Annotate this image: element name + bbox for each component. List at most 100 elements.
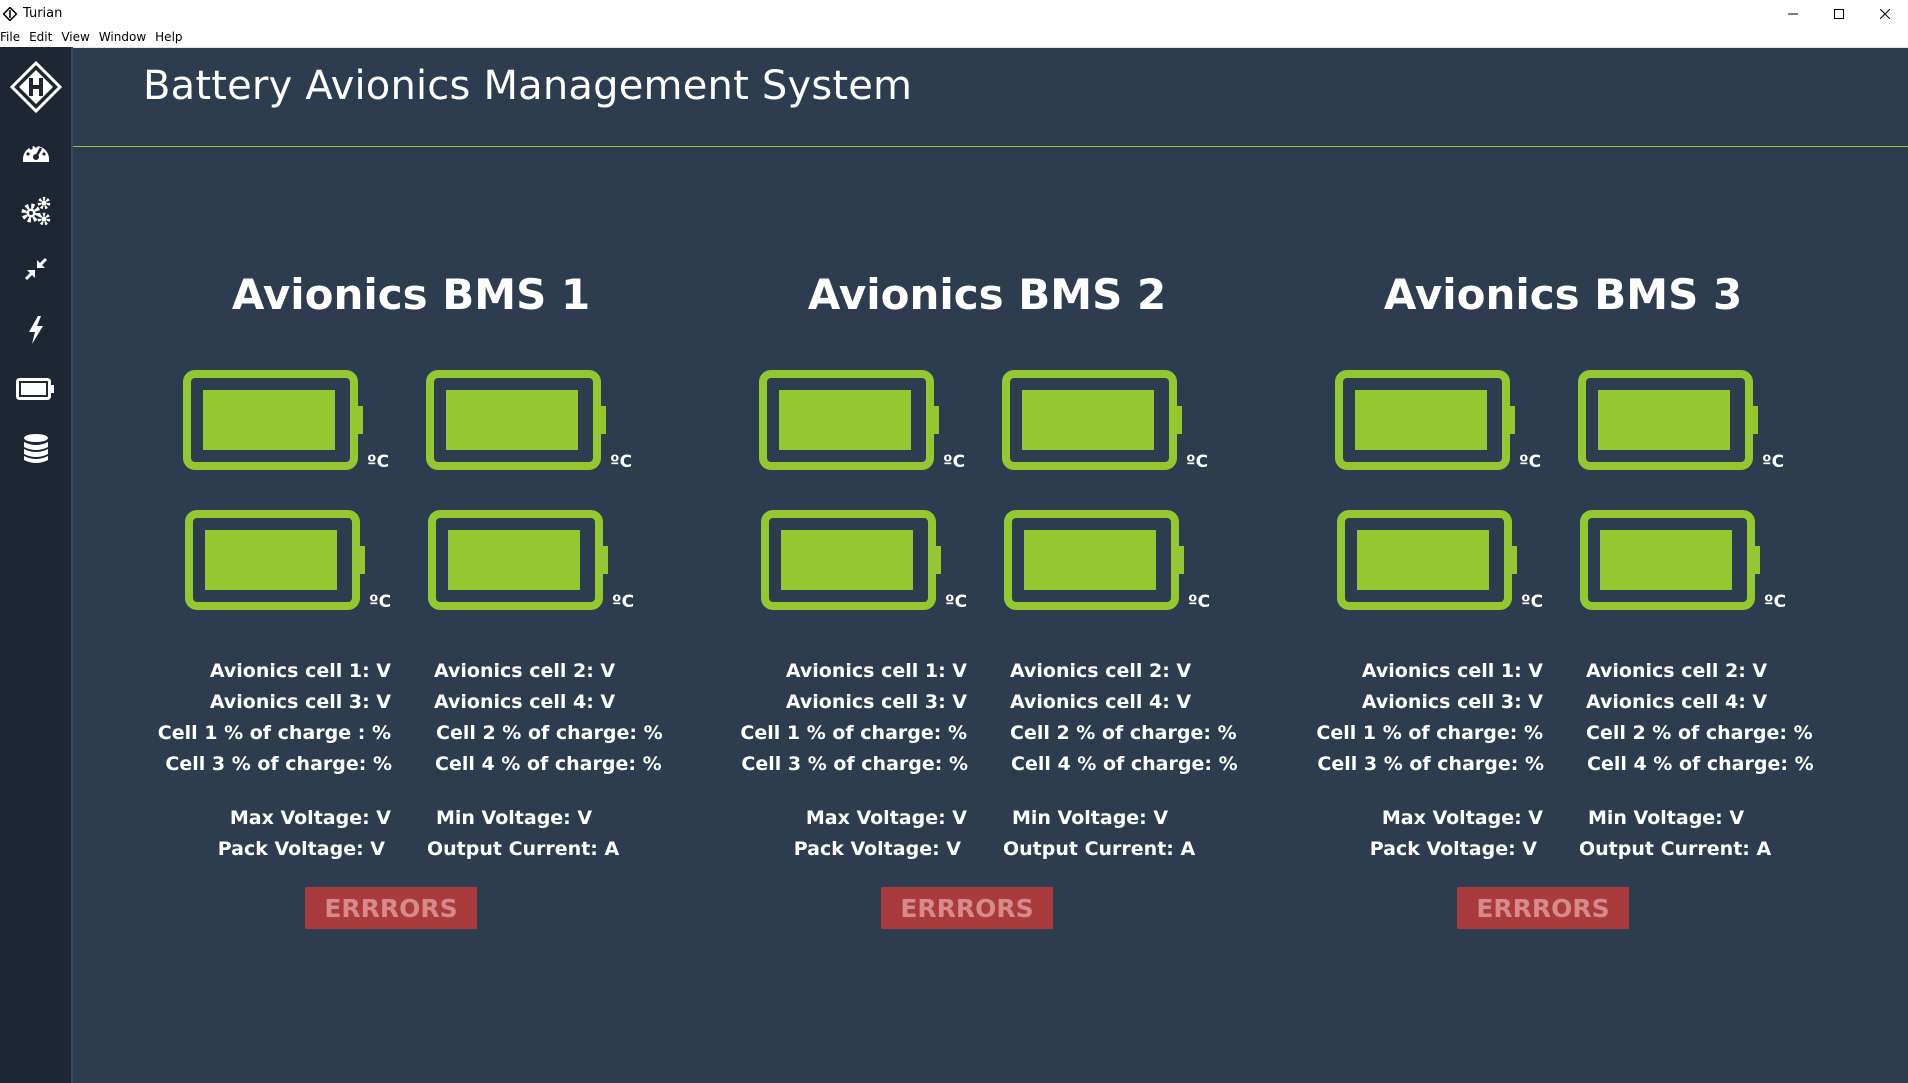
cell1-voltage: Avionics cell 1: V: [1361, 660, 1543, 682]
cell-temperature: ºC: [1521, 592, 1544, 612]
battery-cell-4: ºC: [428, 510, 634, 614]
sidebar-item-settings[interactable]: [0, 195, 71, 227]
cell1-charge: Cell 1 % of charge: %: [1316, 722, 1543, 744]
max-voltage: Max Voltage: V: [229, 807, 391, 829]
close-icon: [1880, 8, 1890, 19]
cell3-charge: Cell 3 % of charge: %: [1317, 753, 1544, 775]
cell-temperature: ºC: [943, 452, 966, 472]
cell-temperature: ºC: [369, 592, 392, 612]
cell4-voltage: Avionics cell 4: V: [434, 691, 616, 713]
sidebar: [0, 47, 73, 1083]
errors-button[interactable]: ERRRORS: [305, 887, 477, 929]
min-voltage: Min Voltage: V: [1012, 807, 1169, 829]
battery-cell-1: ºC: [183, 370, 389, 474]
min-voltage: Min Voltage: V: [1588, 807, 1745, 829]
sidebar-item-database[interactable]: [0, 433, 71, 465]
cell2-charge: Cell 2 % of charge: %: [436, 722, 663, 744]
battery-icon: [761, 510, 941, 610]
cell4-charge: Cell 4 % of charge: %: [1587, 753, 1814, 775]
battery-cell-4: ºC: [1580, 510, 1786, 614]
page-title: Battery Avionics Management System: [143, 63, 913, 109]
dashboard-icon: [22, 144, 49, 162]
min-voltage: Min Voltage: V: [436, 807, 593, 829]
compress-icon: [24, 257, 47, 281]
battery-icon: [183, 370, 363, 470]
pack-voltage: Pack Voltage: V: [217, 838, 385, 860]
battery-cell-1: ºC: [759, 370, 965, 474]
battery-cell-1: ºC: [1335, 370, 1541, 474]
cell-temperature: ºC: [1186, 452, 1209, 472]
title-bar: Turian: [0, 0, 1908, 27]
minimize-icon: [1788, 13, 1798, 14]
output-current: Output Current: A: [427, 838, 620, 860]
battery-icon: [428, 510, 608, 610]
cell3-voltage: Avionics cell 3: V: [785, 691, 967, 713]
pack-voltage: Pack Voltage: V: [1369, 838, 1537, 860]
cell3-charge: Cell 3 % of charge: %: [165, 753, 392, 775]
battery-icon: [426, 370, 606, 470]
cell4-voltage: Avionics cell 4: V: [1586, 691, 1768, 713]
cell-temperature: ºC: [1188, 592, 1211, 612]
menu-file[interactable]: File: [0, 30, 27, 44]
errors-button[interactable]: ERRRORS: [881, 887, 1053, 929]
battery-cell-2: ºC: [1002, 370, 1208, 474]
cell2-voltage: Avionics cell 2: V: [1010, 660, 1192, 682]
max-voltage: Max Voltage: V: [805, 807, 967, 829]
menu-window[interactable]: Window: [99, 30, 153, 44]
cell1-voltage: Avionics cell 1: V: [209, 660, 391, 682]
cell3-voltage: Avionics cell 3: V: [1361, 691, 1543, 713]
sidebar-item-dashboard[interactable]: [0, 137, 71, 167]
bms-title: Avionics BMS 2: [807, 270, 1167, 319]
battery-cell-2: ºC: [1578, 370, 1784, 474]
battery-cell-3: ºC: [185, 510, 391, 614]
sidebar-item-power[interactable]: [0, 315, 71, 345]
bms-panel-1: Avionics BMS 1 ºC ºC ºC ºC Avionics cell…: [123, 270, 699, 950]
cell-temperature: ºC: [945, 592, 968, 612]
sidebar-logo[interactable]: [0, 61, 71, 113]
cell-temperature: ºC: [1762, 452, 1785, 472]
cell1-voltage: Avionics cell 1: V: [785, 660, 967, 682]
battery-icon: [185, 510, 365, 610]
output-current: Output Current: A: [1003, 838, 1196, 860]
battery-icon: [15, 378, 54, 400]
battery-icon: [1002, 370, 1182, 470]
menu-help[interactable]: Help: [155, 30, 189, 44]
menu-view[interactable]: View: [61, 30, 96, 44]
database-icon: [23, 434, 48, 463]
cell1-charge: Cell 1 % of charge : %: [157, 722, 391, 744]
battery-icon: [1337, 510, 1517, 610]
battery-icon: [759, 370, 939, 470]
cell3-charge: Cell 3 % of charge: %: [741, 753, 968, 775]
errors-button[interactable]: ERRRORS: [1457, 887, 1629, 929]
cell2-voltage: Avionics cell 2: V: [434, 660, 616, 682]
battery-icon: [1578, 370, 1758, 470]
maximize-icon: [1834, 8, 1844, 19]
cell-temperature: ºC: [1519, 452, 1542, 472]
cell3-voltage: Avionics cell 3: V: [209, 691, 391, 713]
battery-cell-4: ºC: [1004, 510, 1210, 614]
max-voltage: Max Voltage: V: [1381, 807, 1543, 829]
cell4-charge: Cell 4 % of charge: %: [1011, 753, 1238, 775]
bms-panel-2: Avionics BMS 2 ºC ºC ºC ºC Avionics cell…: [699, 270, 1275, 950]
header-divider: [73, 146, 1908, 147]
menu-edit[interactable]: Edit: [29, 30, 59, 44]
bms-panel-3: Avionics BMS 3 ºC ºC ºC ºC Avionics cell…: [1275, 270, 1851, 950]
sidebar-item-battery[interactable]: [0, 377, 71, 401]
maximize-button[interactable]: [1816, 0, 1862, 27]
cell1-charge: Cell 1 % of charge: %: [740, 722, 967, 744]
app-logo-icon: [3, 6, 17, 21]
close-button[interactable]: [1862, 0, 1908, 27]
output-current: Output Current: A: [1579, 838, 1772, 860]
lightning-icon: [28, 316, 43, 344]
sidebar-item-compress[interactable]: [0, 255, 71, 283]
logo-icon: [9, 61, 62, 113]
minimize-button[interactable]: [1770, 0, 1816, 27]
bms-title: Avionics BMS 1: [231, 270, 591, 319]
battery-cell-3: ºC: [1337, 510, 1543, 614]
cell2-charge: Cell 2 % of charge: %: [1010, 722, 1237, 744]
settings-icon: [21, 196, 50, 226]
battery-icon: [1335, 370, 1515, 470]
battery-icon: [1004, 510, 1184, 610]
cell2-charge: Cell 2 % of charge: %: [1586, 722, 1813, 744]
cell-temperature: ºC: [1764, 592, 1787, 612]
